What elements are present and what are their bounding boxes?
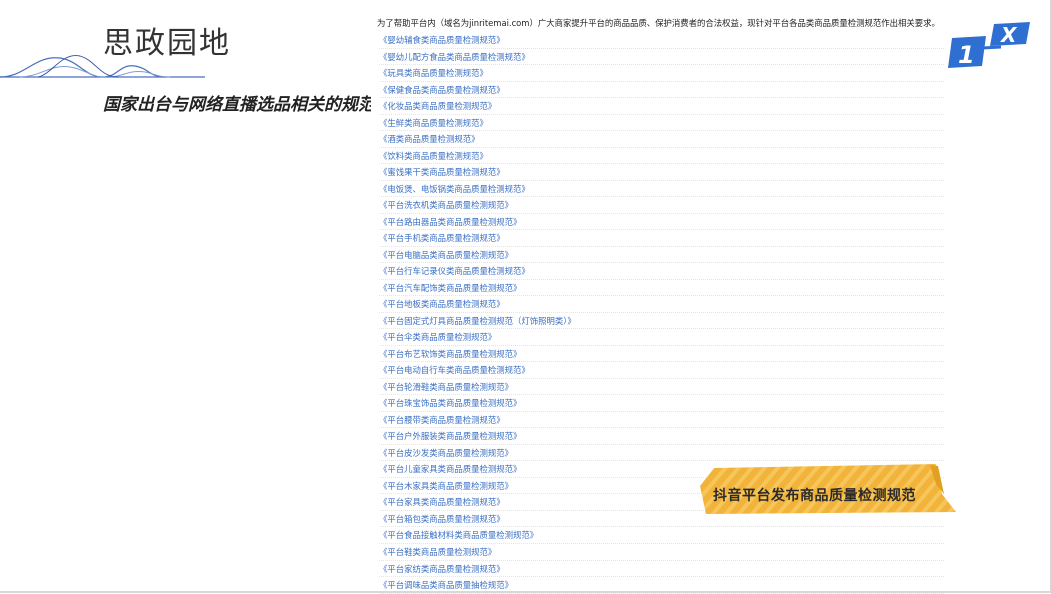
regulation-link[interactable]: 《平台户外服装类商品质量检测规范》	[379, 428, 944, 445]
regulation-link[interactable]: 《平台伞类商品质量检测规范》	[379, 329, 944, 346]
intro-text: 为了帮助平台内（域名为jinritemai.com）广大商家提升平台的商品品质、…	[377, 18, 940, 28]
regulation-link[interactable]: 《平台食品接触材料类商品质量检测规范》	[379, 527, 944, 544]
regulation-link[interactable]: 《平台调味品类商品质量抽检规范》	[379, 577, 944, 594]
regulation-link[interactable]: 《婴幼辅食类商品质量检测规范》	[379, 32, 944, 49]
regulation-link[interactable]: 《平台汽车配饰类商品质量检测规范》	[379, 280, 944, 297]
logo-digit: 1	[958, 41, 975, 69]
regulation-link[interactable]: 《平台固定式灯具商品质量检测规范（灯饰照明类）》	[379, 313, 944, 330]
banner-text: 抖音平台发布商品质量检测规范	[713, 488, 916, 504]
regulation-link[interactable]: 《玩具类商品质量检测规范》	[379, 65, 944, 82]
regulation-link[interactable]: 《酒类商品质量检测规范》	[379, 131, 944, 148]
regulation-link[interactable]: 《平台路由器品类商品质量检测规范》	[379, 214, 944, 231]
regulation-link[interactable]: 《平台鞋类商品质量检测规范》	[379, 544, 944, 561]
regulation-link[interactable]: 《饮料类商品质量检测规范》	[379, 148, 944, 165]
regulation-link[interactable]: 《平台珠宝饰品类商品质量检测规范》	[379, 395, 944, 412]
page-subtitle: 国家出台与网络直播选品相关的规范	[103, 95, 371, 115]
regulation-link[interactable]: 《平台手机类商品质量检测规范》	[379, 230, 944, 247]
regulation-link[interactable]: 《平台腰带类商品质量检测规范》	[379, 412, 944, 429]
regulation-link[interactable]: 《电饭煲、电饭锅类商品质量检测规范》	[379, 181, 944, 198]
regulation-link[interactable]: 《平台布艺软饰类商品质量检测规范》	[379, 346, 944, 363]
logo-letter: X	[999, 23, 1018, 47]
regulation-link[interactable]: 《平台地板类商品质量检测规范》	[379, 296, 944, 313]
one-x-logo: 1 X	[948, 22, 1030, 69]
regulation-link[interactable]: 《蜜饯果干类商品质量检测规范》	[379, 164, 944, 181]
regulation-link[interactable]: 《平台电动自行车类商品质量检测规范》	[379, 362, 944, 379]
regulation-link[interactable]: 《生鲜类商品质量检测规范》	[379, 115, 944, 132]
regulation-link[interactable]: 《平台轮滑鞋类商品质量检测规范》	[379, 379, 944, 396]
regulation-link[interactable]: 《平台皮沙发类商品质量检测规范》	[379, 445, 944, 462]
regulation-link[interactable]: 《平台洗衣机类商品质量检测规范》	[379, 197, 944, 214]
regulation-link[interactable]: 《保健食品类商品质量检测规范》	[379, 82, 944, 99]
regulation-link[interactable]: 《化妆品类商品质量检测规范》	[379, 98, 944, 115]
regulation-link[interactable]: 《平台家纺类商品质量检测规范》	[379, 561, 944, 578]
wave-decoration	[0, 55, 205, 78]
regulation-link[interactable]: 《婴幼儿配方食品类商品质量检测规范》	[379, 49, 944, 66]
regulation-link[interactable]: 《平台电脑品类商品质量检测规范》	[379, 247, 944, 264]
regulation-link[interactable]: 《平台行车记录仪类商品质量检测规范》	[379, 263, 944, 280]
